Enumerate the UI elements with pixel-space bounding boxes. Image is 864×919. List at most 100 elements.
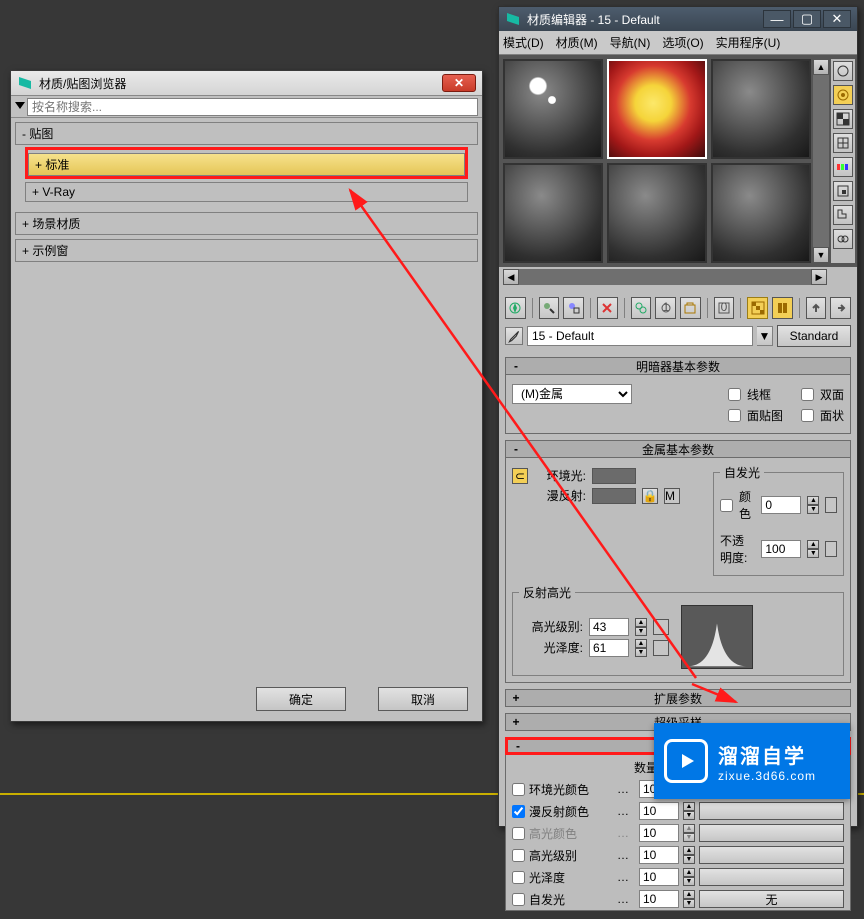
spin-up-icon[interactable]: ▲	[635, 618, 647, 627]
sample-slot-5[interactable]	[607, 163, 707, 263]
make-unique-icon[interactable]: 1	[655, 297, 676, 319]
spin-up-icon[interactable]: ▲	[683, 890, 695, 899]
get-material-icon[interactable]	[505, 297, 526, 319]
self-illum-color-cb[interactable]	[720, 499, 733, 512]
diffuse-map-button[interactable]: M	[664, 488, 680, 504]
options-icon[interactable]	[833, 181, 853, 201]
spin-down-icon[interactable]: ▼	[683, 877, 695, 886]
map-slot-button[interactable]	[699, 824, 844, 842]
background-icon[interactable]	[833, 109, 853, 129]
go-to-parent-icon[interactable]	[806, 297, 827, 319]
map-amount-spinner[interactable]	[639, 824, 679, 842]
material-name-dropdown-icon[interactable]: ▼	[757, 326, 773, 346]
spin-down-icon[interactable]: ▼	[635, 627, 647, 636]
spin-up-icon[interactable]: ▲	[683, 824, 695, 833]
ambient-color-swatch[interactable]	[592, 468, 636, 484]
shader-type-select[interactable]: (M)金属	[512, 384, 632, 404]
spec-level-spinner[interactable]	[589, 618, 629, 636]
material-type-button[interactable]: Standard	[777, 325, 851, 347]
sample-slot-6[interactable]	[711, 163, 811, 263]
tree-item-vray[interactable]: + V-Ray	[25, 182, 468, 202]
spec-level-map-button[interactable]	[653, 619, 669, 635]
ambient-lock-icon[interactable]: ⊂	[512, 468, 528, 484]
close-button[interactable]: ✕	[823, 10, 851, 28]
search-options-icon[interactable]	[15, 102, 25, 112]
spin-up-icon[interactable]: ▲	[683, 846, 695, 855]
put-to-library-icon[interactable]	[680, 297, 701, 319]
map-enable-checkbox[interactable]	[512, 783, 525, 796]
minimize-button[interactable]: —	[763, 10, 791, 28]
put-to-scene-icon[interactable]	[539, 297, 560, 319]
rollout-extended[interactable]: +扩展参数	[505, 689, 851, 707]
go-forward-icon[interactable]	[830, 297, 851, 319]
facemap-checkbox[interactable]	[728, 409, 741, 422]
menu-mode[interactable]: 模式(D)	[503, 34, 544, 51]
opacity-spinner[interactable]	[761, 540, 801, 558]
sample-hscroll[interactable]: ◀ ▶	[503, 269, 827, 285]
spin-up-icon[interactable]: ▲	[807, 540, 819, 549]
spin-down-icon[interactable]: ▼	[683, 855, 695, 864]
section-scene[interactable]: 场景材质	[15, 212, 478, 235]
map-enable-checkbox[interactable]	[512, 893, 525, 906]
menu-navigate[interactable]: 导航(N)	[610, 34, 651, 51]
scroll-down-icon[interactable]: ▼	[813, 247, 829, 263]
section-sample[interactable]: 示例窗	[15, 239, 478, 262]
cancel-button[interactable]: 取消	[378, 687, 468, 711]
map-slot-button[interactable]	[699, 868, 844, 886]
diffuse-lock-icon[interactable]: 🔒	[642, 488, 658, 504]
spin-up-icon[interactable]: ▲	[683, 802, 695, 811]
select-by-mat-icon[interactable]	[833, 205, 853, 225]
assign-to-selection-icon[interactable]	[563, 297, 584, 319]
self-illum-spinner[interactable]	[761, 496, 801, 514]
make-copy-icon[interactable]	[631, 297, 652, 319]
spin-down-icon[interactable]: ▼	[807, 505, 819, 514]
hscroll-track[interactable]	[519, 269, 811, 285]
maximize-button[interactable]: ▢	[793, 10, 821, 28]
sample-uv-icon[interactable]	[833, 133, 853, 153]
wire-checkbox[interactable]	[728, 388, 741, 401]
sample-slot-3[interactable]	[711, 59, 811, 159]
reset-map-icon[interactable]	[597, 297, 618, 319]
diffuse-color-swatch[interactable]	[592, 488, 636, 504]
scroll-track[interactable]	[813, 75, 829, 247]
spin-down-icon[interactable]: ▼	[683, 811, 695, 820]
rollout-shader-basic[interactable]: -明暗器基本参数	[505, 357, 851, 375]
self-illum-map-button[interactable]	[825, 497, 837, 513]
spin-up-icon[interactable]: ▲	[635, 639, 647, 648]
menu-options[interactable]: 选项(O)	[662, 34, 703, 51]
map-slot-button[interactable]: 无	[699, 890, 844, 908]
menu-material[interactable]: 材质(M)	[556, 34, 598, 51]
tree-item-standard[interactable]: + 标准	[28, 153, 465, 176]
two-sided-checkbox[interactable]	[801, 388, 814, 401]
section-maps[interactable]: 贴图	[15, 122, 478, 145]
rollout-metal-basic[interactable]: -金属基本参数	[505, 440, 851, 458]
material-id-channel-icon[interactable]: 0	[714, 297, 735, 319]
browser-close-button[interactable]: ✕	[442, 74, 476, 92]
sample-type-icon[interactable]	[833, 61, 853, 81]
scroll-left-icon[interactable]: ◀	[503, 269, 519, 285]
map-amount-spinner[interactable]	[639, 868, 679, 886]
spin-down-icon[interactable]: ▼	[683, 899, 695, 908]
sample-slot-1[interactable]	[503, 59, 603, 159]
spin-down-icon[interactable]: ▼	[683, 833, 695, 842]
map-enable-checkbox[interactable]	[512, 849, 525, 862]
sample-slot-4[interactable]	[503, 163, 603, 263]
show-map-in-viewport-icon[interactable]	[747, 297, 768, 319]
faceted-checkbox[interactable]	[801, 409, 814, 422]
map-enable-checkbox[interactable]	[512, 871, 525, 884]
video-color-icon[interactable]	[833, 157, 853, 177]
ok-button[interactable]: 确定	[256, 687, 346, 711]
scroll-up-icon[interactable]: ▲	[813, 59, 829, 75]
map-slot-button[interactable]	[699, 846, 844, 864]
material-name-input[interactable]	[527, 326, 753, 346]
opacity-map-button[interactable]	[825, 541, 837, 557]
map-enable-checkbox[interactable]	[512, 805, 525, 818]
material-id-icon[interactable]	[833, 229, 853, 249]
spin-down-icon[interactable]: ▼	[807, 549, 819, 558]
sample-vscroll[interactable]: ▲ ▼	[813, 59, 829, 263]
pick-material-icon[interactable]	[505, 327, 523, 345]
menu-utilities[interactable]: 实用程序(U)	[716, 34, 781, 51]
spin-up-icon[interactable]: ▲	[683, 868, 695, 877]
spin-down-icon[interactable]: ▼	[635, 648, 647, 657]
gloss-spinner[interactable]	[589, 639, 629, 657]
